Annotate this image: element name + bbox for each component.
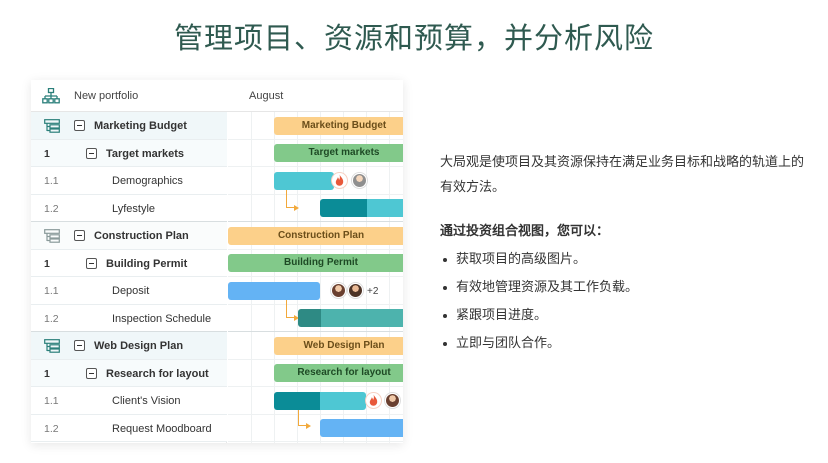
row-label: Client's Vision bbox=[112, 395, 181, 407]
project-row-building-permit[interactable]: 1 Building Permit bbox=[31, 249, 227, 277]
row-label: Lyfestyle bbox=[112, 202, 156, 215]
project-tree-icon bbox=[44, 119, 60, 133]
collapse-toggle[interactable] bbox=[74, 120, 85, 131]
collapse-toggle[interactable] bbox=[86, 257, 97, 269]
row-label: Marketing Budget bbox=[94, 120, 187, 132]
intro-paragraph: 大局观是使项目及其资源保持在满足业务目标和战略的轨道上的有效方法。 bbox=[440, 155, 805, 195]
list-item: 立即与团队合作。 bbox=[440, 330, 812, 358]
portfolio-row-construction-plan[interactable]: Construction Plan bbox=[31, 222, 227, 250]
extra-assignees-count[interactable]: +2 bbox=[367, 286, 378, 297]
list-item: 紧跟项目进度。 bbox=[440, 302, 812, 330]
list-item: 获取项目的高级图片。 bbox=[440, 246, 812, 274]
portfolio-name[interactable]: New portfolio bbox=[74, 90, 138, 102]
row-number: 1.1 bbox=[44, 175, 59, 187]
benefits-heading: 通过投资组合视图，您可以： bbox=[440, 224, 610, 239]
row-label: Inspection Schedule bbox=[112, 312, 212, 325]
row-label: Research for layout bbox=[106, 367, 209, 380]
portfolio-row-web-design-plan[interactable]: Web Design Plan bbox=[31, 332, 227, 360]
list-item: 有效地管理资源及其工作负载。 bbox=[440, 274, 812, 302]
portfolio-header: New portfolio August bbox=[31, 80, 403, 112]
gantt-bar-building-permit[interactable]: Building Permit bbox=[228, 254, 403, 272]
row-label: Request Moodboard bbox=[112, 422, 212, 435]
gantt-bar-inspection-schedule[interactable] bbox=[298, 309, 403, 327]
row-label: Target markets bbox=[106, 147, 185, 160]
assignee-avatar[interactable] bbox=[331, 283, 346, 298]
collapse-toggle[interactable] bbox=[86, 367, 97, 379]
org-chart-icon[interactable] bbox=[42, 88, 60, 104]
row-number: 1.1 bbox=[44, 395, 59, 407]
benefits-list: 获取项目的高级图片。 有效地管理资源及其工作负载。 紧跟项目进度。 立即与团队合… bbox=[440, 246, 812, 358]
dependency-arrow-icon bbox=[294, 205, 299, 211]
gantt-bar-marketing-budget[interactable]: Marketing Budget bbox=[274, 117, 403, 135]
timeline-month-label: August bbox=[249, 90, 284, 102]
dependency-connector bbox=[298, 410, 306, 426]
task-grid: Marketing Budget 1 Target markets 1.1 De… bbox=[31, 112, 227, 443]
project-row-target-markets[interactable]: 1 Target markets bbox=[31, 139, 227, 167]
gantt-bar-web-design-plan[interactable]: Web Design Plan bbox=[274, 337, 403, 355]
project-tree-icon bbox=[44, 339, 60, 353]
task-row-clients-vision[interactable]: 1.1 Client's Vision bbox=[31, 387, 227, 415]
row-number: 1 bbox=[44, 257, 50, 270]
task-row-deposit[interactable]: 1.1 Deposit bbox=[31, 277, 227, 305]
gantt-bar-research-for-layout[interactable]: Research for layout bbox=[274, 364, 403, 382]
row-number: 1.2 bbox=[44, 202, 59, 215]
row-label: Construction Plan bbox=[94, 230, 189, 242]
collapse-toggle[interactable] bbox=[86, 147, 97, 159]
task-row-inspection-schedule[interactable]: 1.2 Inspection Schedule bbox=[31, 304, 227, 332]
task-row-lyfestyle[interactable]: 1.2 Lyfestyle bbox=[31, 194, 227, 222]
gantt-timeline: Marketing Budget Target markets Construc… bbox=[228, 112, 403, 443]
row-number: 1.2 bbox=[44, 422, 59, 435]
gantt-bar-lyfestyle[interactable] bbox=[320, 199, 403, 217]
feature-description: 大局观是使项目及其资源保持在满足业务目标和战略的轨道上的有效方法。 通过投资组合… bbox=[440, 150, 812, 358]
gantt-bar-demographics[interactable] bbox=[274, 172, 334, 190]
collapse-toggle[interactable] bbox=[74, 230, 85, 241]
row-label: Demographics bbox=[112, 175, 183, 187]
portfolio-gantt-card: New portfolio August Marketing Budget 1 … bbox=[31, 80, 403, 443]
gantt-bar-request-moodboard[interactable] bbox=[320, 419, 403, 437]
project-row-research-for-layout[interactable]: 1 Research for layout bbox=[31, 359, 227, 387]
row-label: Deposit bbox=[112, 285, 150, 297]
collapse-toggle[interactable] bbox=[74, 340, 85, 351]
dependency-arrow-icon bbox=[306, 423, 311, 429]
row-number: 1.2 bbox=[44, 312, 59, 325]
gantt-bar-target-markets[interactable]: Target markets bbox=[274, 144, 403, 162]
dependency-connector bbox=[286, 300, 294, 318]
page-headline: 管理项目、资源和预算，并分析风险 bbox=[173, 21, 654, 55]
row-label: Building Permit bbox=[106, 257, 188, 270]
portfolio-row-marketing-budget[interactable]: Marketing Budget bbox=[31, 112, 227, 140]
assignee-avatar[interactable] bbox=[385, 393, 400, 408]
gantt-bar-construction-plan[interactable]: Construction Plan bbox=[228, 227, 403, 245]
task-row-request-moodboard[interactable]: 1.2 Request Moodboard bbox=[31, 414, 227, 442]
high-priority-fire-icon[interactable] bbox=[332, 173, 347, 188]
project-tree-icon bbox=[44, 229, 60, 243]
task-row-demographics[interactable]: 1.1 Demographics bbox=[31, 167, 227, 195]
gantt-bar-clients-vision[interactable] bbox=[274, 392, 366, 410]
row-number: 1.1 bbox=[44, 285, 59, 297]
high-priority-fire-icon[interactable] bbox=[366, 393, 381, 408]
dependency-connector bbox=[286, 190, 294, 208]
assignee-avatar[interactable] bbox=[352, 173, 367, 188]
row-label: Web Design Plan bbox=[94, 340, 184, 352]
row-number: 1 bbox=[44, 367, 50, 380]
assignee-avatar[interactable] bbox=[348, 283, 363, 298]
row-number: 1 bbox=[44, 147, 50, 160]
gantt-bar-deposit[interactable] bbox=[228, 282, 320, 300]
